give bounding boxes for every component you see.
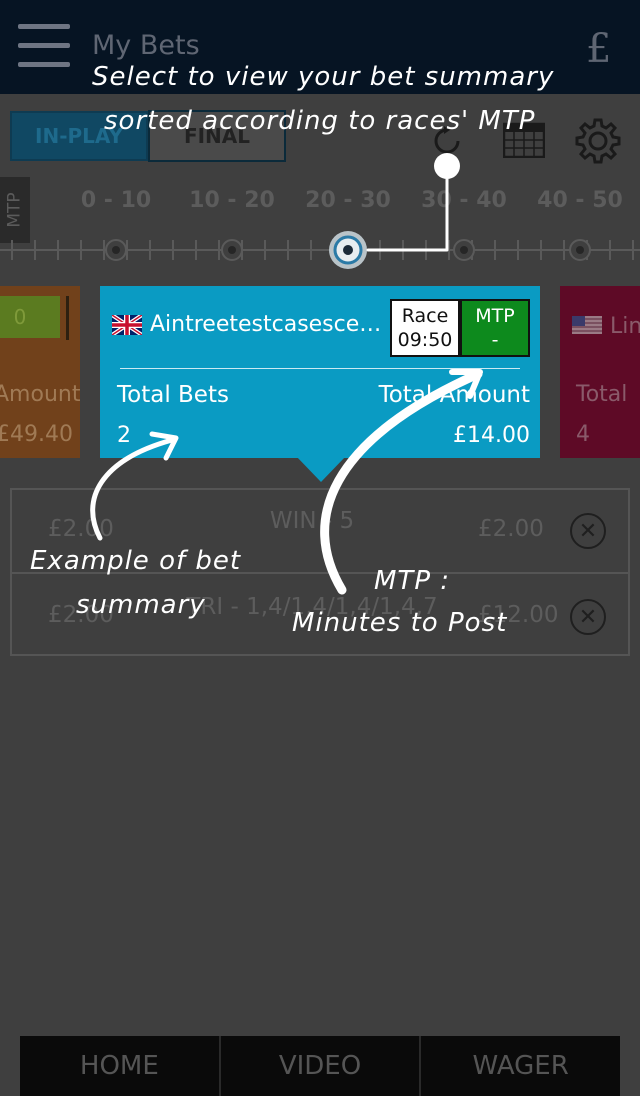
hamburger-menu-icon[interactable] bbox=[18, 24, 70, 68]
timeline-node[interactable] bbox=[569, 239, 591, 261]
annotation-example-line2: summary bbox=[76, 590, 206, 620]
next-card-total-label: Total bbox=[576, 382, 628, 407]
bet-card-previous[interactable]: 0 Amount : £49.40 bbox=[0, 286, 80, 458]
mtp-range-40-50[interactable]: 40 - 50 bbox=[530, 188, 630, 213]
timeline-node[interactable] bbox=[105, 239, 127, 261]
mtp-timeline[interactable] bbox=[0, 225, 640, 275]
settings-gear-icon[interactable] bbox=[574, 117, 622, 165]
next-card-race-name: Lin bbox=[610, 314, 640, 339]
next-card-total-value: 4 bbox=[576, 422, 590, 447]
mtp-range-30-40[interactable]: 30 - 40 bbox=[414, 188, 514, 213]
card-divider bbox=[120, 368, 520, 369]
previous-card-divider bbox=[66, 296, 69, 340]
annotation-mtp-line1: MTP : bbox=[374, 566, 451, 596]
mtp-range-20-30[interactable]: 20 - 30 bbox=[298, 188, 398, 213]
currency-pound-icon[interactable]: £ bbox=[586, 26, 611, 72]
race-time: 09:50 bbox=[397, 329, 453, 351]
bet-card-next[interactable]: Lin Total 4 bbox=[560, 286, 640, 458]
timeline-node[interactable] bbox=[453, 239, 475, 261]
total-amount-value: £14.00 bbox=[453, 423, 530, 448]
race-name: Aintreetestcasescenario bbox=[150, 312, 390, 337]
previous-card-amount-label: Amount : bbox=[0, 382, 80, 407]
timeline-node-selected[interactable] bbox=[329, 231, 367, 269]
card-pointer-arrow bbox=[296, 456, 346, 482]
cancel-bet-icon[interactable]: ✕ bbox=[570, 513, 606, 549]
bottom-nav: HOME VIDEO WAGER bbox=[20, 1036, 620, 1096]
total-bets-label: Total Bets bbox=[117, 382, 229, 408]
annotation-select-line1: Select to view your bet summary bbox=[92, 62, 555, 92]
bet-summary-card[interactable]: Aintreetestcasescenario Race 09:50 MTP -… bbox=[100, 286, 540, 458]
annotation-select-line2: sorted according to races' MTP bbox=[104, 106, 536, 136]
mtp-range-10-20[interactable]: 10 - 20 bbox=[182, 188, 282, 213]
nav-video-button[interactable]: VIDEO bbox=[218, 1036, 420, 1096]
race-time-badge: Race 09:50 bbox=[390, 299, 460, 357]
bet-description: WIN - 5 bbox=[269, 508, 355, 534]
nav-home-button[interactable]: HOME bbox=[20, 1036, 219, 1096]
uk-flag-icon bbox=[112, 315, 142, 335]
mtp-range-0-10[interactable]: 0 - 10 bbox=[66, 188, 166, 213]
nav-wager-button[interactable]: WAGER bbox=[419, 1036, 620, 1096]
annotation-example-line1: Example of bet bbox=[30, 546, 242, 576]
bet-stake: £2.00 bbox=[48, 516, 114, 542]
race-label: Race bbox=[401, 305, 449, 327]
cancel-bet-icon[interactable]: ✕ bbox=[570, 599, 606, 635]
mtp-badge-value: - bbox=[491, 329, 499, 351]
page-title: My Bets bbox=[92, 30, 200, 61]
previous-card-mtp-badge: 0 bbox=[0, 296, 60, 338]
us-flag-icon bbox=[572, 316, 602, 334]
mtp-badge-label: MTP bbox=[475, 305, 515, 327]
timeline-node[interactable] bbox=[221, 239, 243, 261]
total-amount-label: Total Amount bbox=[378, 382, 530, 408]
bet-amount: £2.00 bbox=[478, 516, 544, 542]
previous-card-amount-value: £49.40 bbox=[0, 422, 73, 447]
annotation-mtp-line2: Minutes to Post bbox=[292, 608, 508, 638]
mtp-badge: MTP - bbox=[460, 299, 530, 357]
total-bets-value: 2 bbox=[117, 423, 131, 448]
